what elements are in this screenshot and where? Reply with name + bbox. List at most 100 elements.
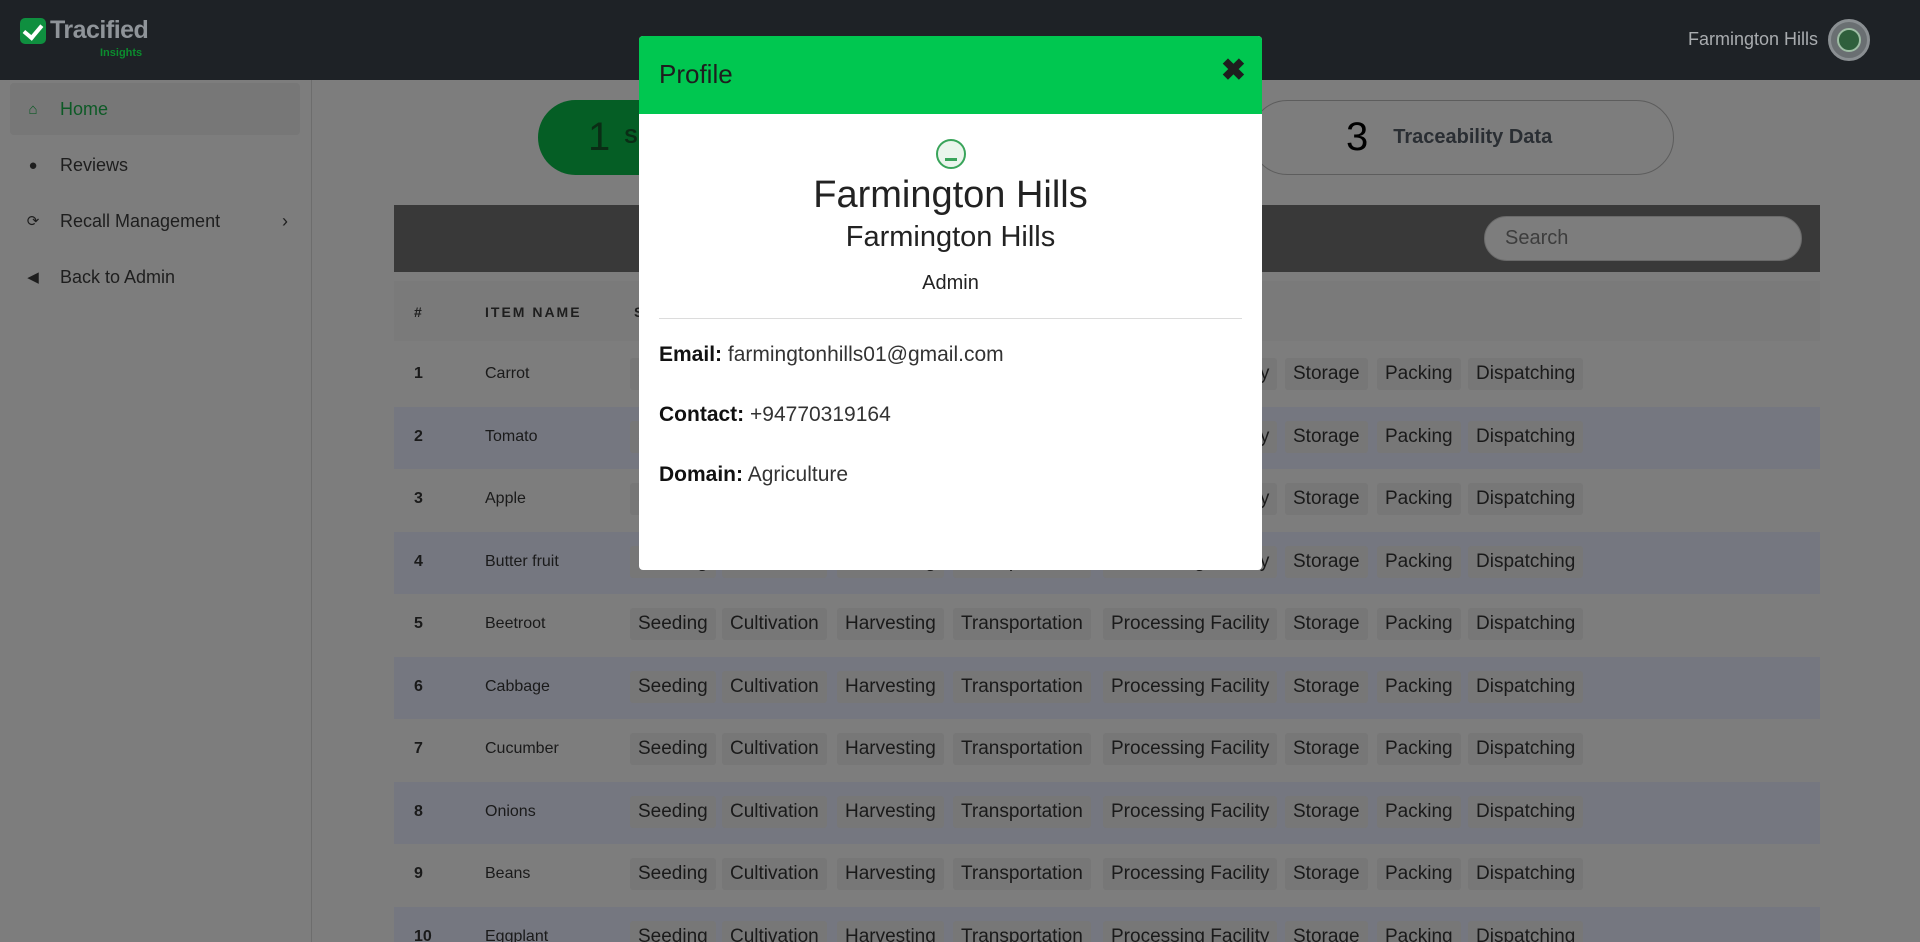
user-avatar[interactable] (1828, 19, 1870, 61)
row-number: 9 (414, 865, 423, 882)
comment-icon: ● (28, 156, 38, 174)
table-row[interactable]: 10 Eggplant Seeding Cultivation Harvesting Tr… (394, 906, 1820, 942)
table-row[interactable]: 9 Beans Seeding Cultivation Harvesting Transp… (394, 844, 1820, 906)
stage-tag[interactable]: Transportation (953, 795, 1091, 828)
contact-label: Contact: (659, 403, 745, 426)
item-name: Eggplant (485, 927, 549, 942)
stage-tag[interactable]: Packing (1377, 608, 1461, 640)
domain-label: Domain: (659, 463, 743, 486)
stage-tag[interactable]: Harvesting (837, 670, 944, 703)
item-name: Carrot (485, 365, 530, 382)
stage-tag[interactable]: Harvesting (837, 608, 944, 640)
stage-tag[interactable]: Storage (1285, 483, 1368, 515)
stage-tag[interactable]: Dispatching (1468, 795, 1584, 828)
stage-tag[interactable]: Transportation (953, 920, 1091, 942)
sidebar-item-home[interactable]: ⌂ Home (10, 83, 300, 135)
item-name: Beetroot (485, 615, 546, 632)
stage-tag[interactable]: Packing (1377, 420, 1461, 453)
row-number: 5 (414, 615, 423, 632)
stage-tag[interactable]: Processing Facility (1103, 920, 1278, 942)
stage-tag[interactable]: Cultivation (722, 733, 827, 765)
stage-tag[interactable]: Processing Facility (1103, 608, 1278, 640)
stage-tag[interactable]: Cultivation (722, 920, 827, 942)
stage-tag[interactable]: Seeding (630, 670, 716, 703)
stage-tag[interactable]: Processing Facility (1103, 858, 1278, 890)
divider (659, 318, 1242, 319)
stage-tag[interactable]: Packing (1377, 733, 1461, 765)
header-user-name[interactable]: Farmington Hills (1688, 29, 1818, 50)
row-number: 3 (414, 490, 423, 507)
stage-tag[interactable]: Storage (1285, 858, 1368, 890)
stage-tag[interactable]: Storage (1285, 608, 1368, 640)
profile-domain-row: Domain: Agriculture (659, 463, 848, 487)
stage-tag[interactable]: Packing (1377, 358, 1461, 390)
table-row[interactable]: 5 Beetroot Seeding Cultivation Harvesting Tra… (394, 594, 1820, 656)
avatar-image-icon (1837, 28, 1861, 52)
stage-tag[interactable]: Seeding (630, 733, 716, 765)
stage-tag[interactable]: Processing Facility (1103, 670, 1278, 703)
tracified-logo[interactable]: Tracified Insights (20, 16, 150, 60)
stage-tag[interactable]: Transportation (953, 608, 1091, 640)
item-name: Tomato (485, 427, 538, 445)
stage-tag[interactable]: Harvesting (837, 795, 944, 828)
stage-tag[interactable]: Cultivation (722, 670, 827, 703)
stage-tag[interactable]: Cultivation (722, 795, 827, 828)
table-row[interactable]: 6 Cabbage Seeding Cultivation Harvesting Tran… (394, 656, 1820, 719)
row-number: 7 (414, 740, 423, 757)
column-header-number: # (414, 304, 424, 320)
stage-tag[interactable]: Packing (1377, 795, 1461, 828)
stage-tag[interactable]: Dispatching (1468, 420, 1584, 453)
stage-tag[interactable]: Packing (1377, 483, 1461, 515)
stage-tag[interactable]: Storage (1285, 670, 1368, 703)
sidebar-item-recall-management[interactable]: ⟳ Recall Management › (10, 195, 300, 247)
stage-tag[interactable]: Harvesting (837, 920, 944, 942)
stage-tag[interactable]: Seeding (630, 920, 716, 942)
table-row[interactable]: 7 Cucumber Seeding Cultivation Harvesting Tra… (394, 719, 1820, 781)
stage-tag[interactable]: Dispatching (1468, 670, 1584, 703)
sidebar-item-back-to-admin[interactable]: ◀ Back to Admin (10, 251, 300, 303)
stage-tag[interactable]: Dispatching (1468, 358, 1584, 390)
profile-organization: Farmington Hills (845, 221, 1056, 253)
stage-tag[interactable]: Dispatching (1468, 858, 1584, 890)
stage-tag[interactable]: Dispatching (1468, 608, 1584, 640)
stage-tag[interactable]: Packing (1377, 545, 1461, 578)
stage-tag[interactable]: Harvesting (837, 733, 944, 765)
stage-tag[interactable]: Cultivation (722, 858, 827, 890)
stage-tag[interactable]: Harvesting (837, 858, 944, 890)
sidebar-item-reviews[interactable]: ● Reviews (10, 139, 300, 191)
stage-tag[interactable]: Storage (1285, 920, 1368, 942)
item-name: Cucumber (485, 740, 559, 757)
search-input[interactable] (1484, 216, 1802, 261)
stage-tag[interactable]: Dispatching (1468, 483, 1584, 515)
close-icon[interactable]: ✖ (1221, 56, 1246, 86)
stage-tag[interactable]: Processing Facility (1103, 733, 1278, 765)
stage-tag[interactable]: Seeding (630, 795, 716, 828)
step-3-pill[interactable]: 3 Traceability Data (1250, 100, 1674, 175)
stage-tag[interactable]: Dispatching (1468, 733, 1584, 765)
stage-tag[interactable]: Storage (1285, 733, 1368, 765)
stage-tag[interactable]: Transportation (953, 670, 1091, 703)
stage-tag[interactable]: Cultivation (722, 608, 827, 640)
email-value: farmingtonhills01@gmail.com (727, 343, 1004, 366)
stage-tag[interactable]: Transportation (953, 733, 1091, 765)
table-row[interactable]: 8 Onions Seeding Cultivation Harvesting Trans… (394, 781, 1820, 844)
stage-tag[interactable]: Seeding (630, 858, 716, 890)
item-name: Apple (485, 490, 526, 507)
stage-tag[interactable]: Storage (1285, 358, 1368, 390)
stage-tag[interactable]: Processing Facility (1103, 795, 1278, 828)
stage-tag[interactable]: Seeding (630, 608, 716, 640)
stage-tag[interactable]: Transportation (953, 858, 1091, 890)
row-number: 8 (414, 802, 423, 820)
stage-tag[interactable]: Packing (1377, 670, 1461, 703)
stage-tag[interactable]: Packing (1377, 920, 1461, 942)
stage-tag[interactable]: Storage (1285, 545, 1368, 578)
stage-tag[interactable]: Packing (1377, 858, 1461, 890)
profile-name: Farmington Hills (813, 174, 1088, 216)
stage-tag[interactable]: Storage (1285, 420, 1368, 453)
stage-tag[interactable]: Storage (1285, 795, 1368, 828)
item-name: Beans (485, 865, 531, 882)
profile-modal: Profile ✖ Farmington Hills Farmington Hi… (639, 36, 1262, 570)
stage-tag[interactable]: Dispatching (1468, 920, 1584, 942)
arrow-circle-left-icon: ◀ (27, 269, 39, 286)
stage-tag[interactable]: Dispatching (1468, 545, 1584, 578)
